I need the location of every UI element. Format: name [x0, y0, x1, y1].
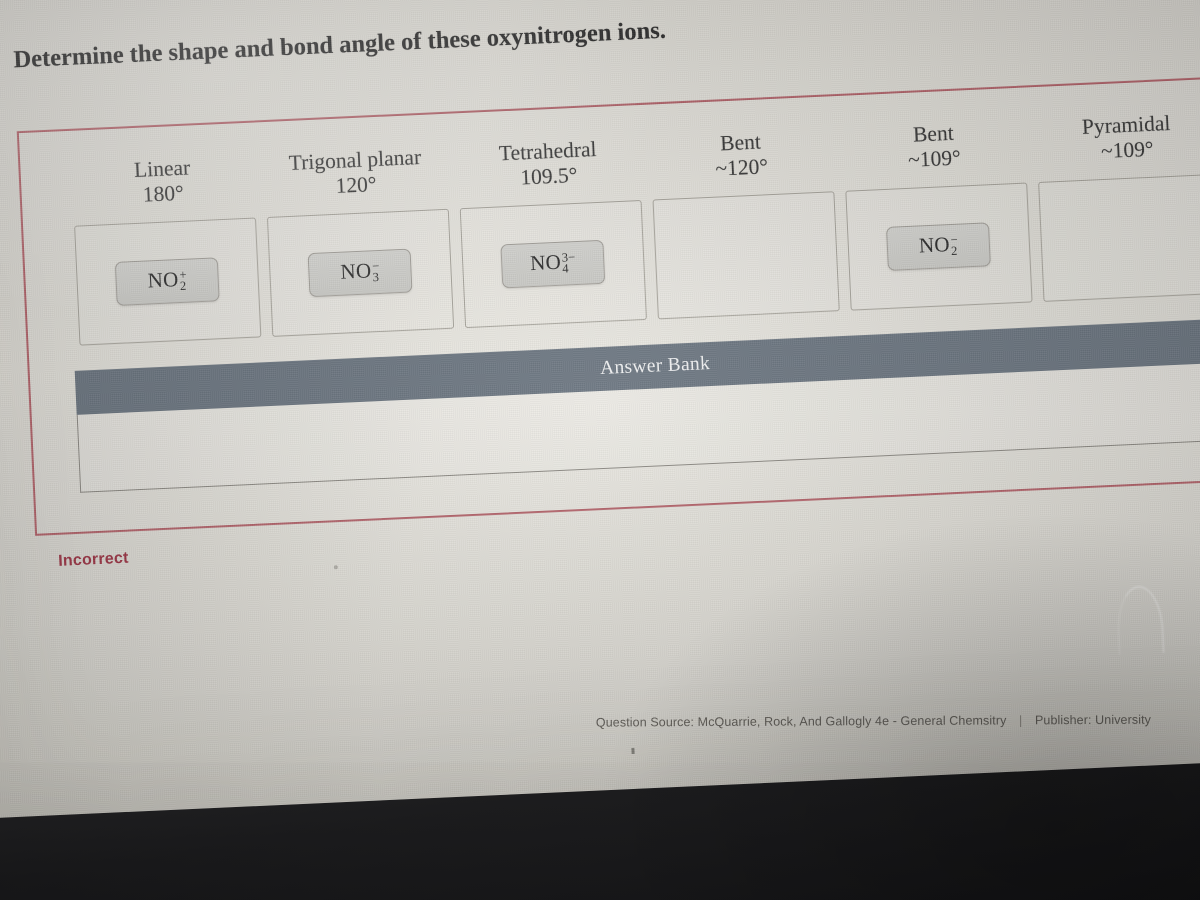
column-angle-label: ~109° [1100, 136, 1155, 164]
column-angle-label: 109.5° [519, 162, 578, 190]
screen-smudge-mark [1115, 584, 1165, 655]
ion-tile-no3-minus[interactable]: NO −3 [307, 248, 413, 298]
ion-tile-no4-3minus[interactable]: NO 3− 4 [500, 239, 606, 289]
tile-charge-group: −3 [372, 259, 380, 285]
attribution-footer: Question Source: McQuarrie, Rock, And Ga… [596, 712, 1200, 730]
category-column-linear: Linear 180° NO +2 [65, 152, 266, 346]
footer-question-source: Question Source: McQuarrie, Rock, And Ga… [595, 713, 1007, 730]
tile-core-formula: NO [918, 232, 951, 258]
footer-separator: | [1018, 713, 1023, 728]
ion-tile-no2-plus[interactable]: NO +2 [114, 257, 220, 306]
column-angle-label: ~109° [907, 145, 962, 172]
question-prompt: Determine the shape and bond angle of th… [12, 16, 667, 74]
tile-charge-group: +2 [179, 268, 187, 294]
footer-publisher: Publisher: University [1034, 712, 1152, 728]
dropzone-bent-120[interactable] [652, 191, 840, 320]
tile-core-formula: NO [147, 267, 180, 293]
column-angle-label: ~120° [714, 154, 769, 181]
category-column-bent-120: Bent ~120° [644, 126, 845, 320]
category-column-pyramidal: Pyramidal ~109° [1029, 109, 1200, 303]
tile-core-formula: NO [529, 249, 562, 276]
tile-subscript-count: 4 [562, 261, 569, 277]
column-angle-label: 120° [335, 172, 377, 198]
column-shape-label: Trigonal planar [288, 144, 422, 175]
answer-bank: Answer Bank [74, 318, 1200, 493]
column-shape-label: Pyramidal [1081, 110, 1171, 139]
dropzone-bent-109[interactable]: NO −2 [844, 182, 1033, 311]
tile-subscript-count: 2 [179, 279, 187, 294]
screen-speck [631, 747, 635, 755]
status-badge-incorrect: Incorrect [57, 549, 129, 570]
category-column-tetrahedral: Tetrahedral 109.5° NO 3− 4 [451, 135, 652, 329]
tile-subscript-count: 3 [372, 270, 380, 285]
category-column-bent-109: Bent ~109° NO −2 [836, 117, 1037, 311]
column-shape-label: Bent [719, 129, 762, 156]
tile-subscript-count: 2 [950, 244, 958, 259]
quiz-page: ted by Macmillan Learning Determine the … [3, 0, 1200, 826]
dropzone-linear[interactable]: NO +2 [73, 217, 261, 346]
monitor-photo: ted by Macmillan Learning Determine the … [0, 0, 1200, 900]
tile-core-formula: NO [339, 258, 372, 284]
screen-speck [333, 565, 338, 570]
tile-charge-group: −2 [950, 233, 958, 259]
column-angle-label: 180° [142, 180, 185, 207]
dropzone-tetrahedral[interactable]: NO 3− 4 [459, 200, 647, 329]
dropzone-pyramidal[interactable] [1037, 173, 1200, 302]
ion-tile-no2-minus[interactable]: NO −2 [886, 222, 991, 271]
category-column-trigonal-planar: Trigonal planar 120° NO −3 [258, 144, 459, 338]
category-columns: Linear 180° NO +2 Trigonal planar 120° NO… [65, 108, 1200, 346]
column-shape-label: Tetrahedral [498, 136, 597, 166]
column-shape-label: Linear [133, 155, 191, 182]
drag-drop-activity-container: Linear 180° NO +2 Trigonal planar 120° NO… [16, 75, 1200, 536]
monitor-screen: ted by Macmillan Learning Determine the … [0, 0, 1200, 820]
tile-charge-group: 3− 4 [562, 250, 576, 277]
column-shape-label: Bent [912, 120, 955, 147]
dropzone-trigonal-planar[interactable]: NO −3 [266, 208, 454, 337]
